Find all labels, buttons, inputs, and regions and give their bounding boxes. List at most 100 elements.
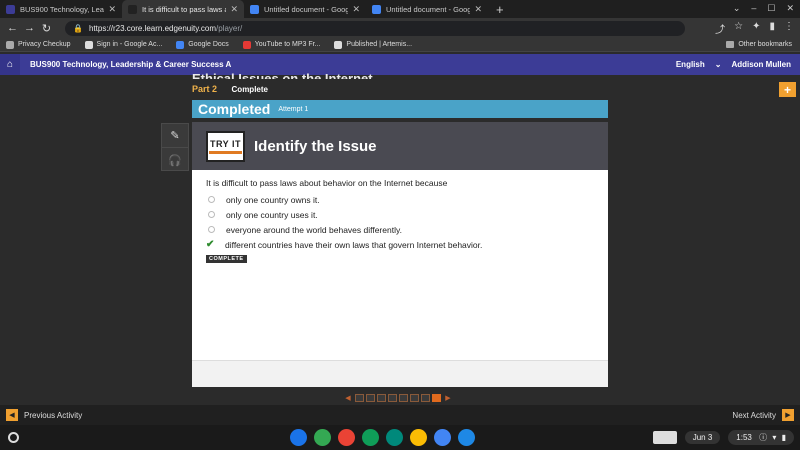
answer-option[interactable]: only one country owns it. [206, 192, 482, 207]
shelf-app-icon[interactable] [290, 429, 307, 446]
new-tab-button[interactable]: + [488, 0, 512, 18]
next-activity-button[interactable]: Next Activity ▶ [732, 409, 794, 421]
star-icon[interactable]: ☆ [734, 21, 743, 36]
share-icon[interactable]: ⤴ [715, 21, 725, 36]
badge-stripe [209, 150, 242, 154]
bookmark-item[interactable]: Privacy Checkup [6, 40, 71, 49]
answer-option[interactable]: only one country uses it. [206, 207, 482, 222]
activity-nav: ◀ Previous Activity Next Activity ▶ [0, 405, 800, 425]
minimize-icon[interactable]: – [751, 3, 756, 14]
bookmark-item[interactable]: Published | Artemis... [334, 40, 412, 49]
pager-step[interactable] [421, 394, 430, 402]
language-select[interactable]: English [676, 60, 705, 69]
shelf-app-icon[interactable] [338, 429, 355, 446]
bookmark-item[interactable]: Sign in - Google Ac... [84, 40, 162, 49]
status-area: Jun 3 1:53 ⓘ ▾ ▮ [652, 430, 794, 445]
shelf-app-icon[interactable] [362, 429, 379, 446]
reload-icon[interactable]: ↻ [38, 22, 55, 35]
part-line: Part 2 Complete [192, 84, 268, 94]
favicon-icon [372, 4, 381, 14]
pager-step[interactable] [355, 394, 364, 402]
shelf-apps [290, 429, 475, 446]
option-text: everyone around the world behaves differ… [226, 224, 402, 235]
shelf-app-icon[interactable] [458, 429, 475, 446]
pager-next-icon[interactable]: ▶ [443, 394, 453, 402]
pager-step[interactable] [377, 394, 386, 402]
pager-step[interactable] [410, 394, 419, 402]
folder-icon [726, 41, 735, 48]
browser-tab[interactable]: BUS900 Technology, Leadership ✕ [0, 0, 122, 18]
favicon-icon [250, 4, 259, 14]
screenshot-thumbnail[interactable] [652, 431, 677, 444]
plus-icon[interactable]: + [779, 82, 796, 97]
tool-panel: ✎ 🎧 [161, 123, 189, 171]
maximize-icon[interactable]: ☐ [767, 3, 775, 14]
pager-step[interactable] [388, 394, 397, 402]
pager-step[interactable] [366, 394, 375, 402]
radio-button[interactable] [208, 196, 215, 203]
pencil-icon[interactable]: ✎ [162, 124, 188, 148]
lesson-heading: Ethical Issues on the Internet [192, 71, 373, 79]
user-name[interactable]: Addison Mullen [731, 60, 791, 69]
bookmark-label: Privacy Checkup [18, 41, 71, 48]
next-activity-label: Next Activity [732, 410, 776, 420]
pager-prev-icon[interactable]: ◀ [343, 394, 353, 402]
favicon-icon [128, 4, 137, 14]
chevron-down-icon[interactable]: ⌄ [733, 3, 741, 14]
headphones-icon[interactable]: 🎧 [162, 148, 188, 172]
menu-icon[interactable]: ⋮ [784, 21, 794, 36]
side-panel-icon[interactable]: ▮ [769, 21, 775, 36]
address-bar[interactable]: 🔒 https://r23.core.learn.edgenuity.com/p… [65, 20, 685, 36]
option-text: only one country owns it. [226, 194, 320, 205]
launcher-icon[interactable] [8, 432, 19, 443]
question-text: It is difficult to pass laws about behav… [206, 178, 448, 188]
tab-title: Untitled document - Google Docs [264, 4, 349, 14]
shelf-app-icon[interactable] [410, 429, 427, 446]
time-pill[interactable]: 1:53 ⓘ ▾ ▮ [728, 430, 794, 445]
activity-footer [192, 360, 608, 387]
other-bookmarks[interactable]: Other bookmarks [726, 41, 792, 48]
answer-option[interactable]: ✔ different countries have their own laws… [206, 237, 482, 252]
shelf-app-icon[interactable] [386, 429, 403, 446]
tab-list: BUS900 Technology, Leadership✕It is diff… [0, 0, 488, 18]
activity-card: TRY IT Identify the Issue It is difficul… [192, 122, 608, 387]
header-right: English ⌄ Addison Mullen [676, 54, 791, 75]
bookmark-label: Google Docs [188, 41, 229, 48]
activity-pager: ◀ ▶ [343, 394, 453, 402]
lock-icon: 🔒 [73, 23, 83, 33]
close-icon[interactable]: ✕ [786, 3, 794, 14]
bookmark-item[interactable]: Google Docs [176, 40, 229, 49]
home-icon[interactable]: ⌂ [0, 54, 20, 75]
attempt-label: Attempt 1 [278, 105, 309, 113]
forward-icon[interactable]: → [21, 22, 38, 34]
bookmark-icon [6, 40, 14, 49]
extensions-icon[interactable]: ✦ [752, 21, 760, 36]
bookmark-list: Privacy Checkup Sign in - Google Ac... Goo… [6, 40, 426, 49]
pager-step[interactable] [432, 394, 441, 402]
bookmarks-bar: Privacy Checkup Sign in - Google Ac... Goo… [0, 38, 800, 52]
date-pill[interactable]: Jun 3 [684, 431, 721, 444]
close-tab-icon[interactable]: ✕ [230, 4, 238, 15]
part-label: Part 2 [192, 84, 218, 94]
radio-button[interactable] [208, 211, 215, 218]
shelf-app-icon[interactable] [434, 429, 451, 446]
previous-activity-button[interactable]: ◀ Previous Activity [6, 409, 82, 421]
bookmark-item[interactable]: YouTube to MP3 Fr... [242, 40, 320, 49]
pager-step[interactable] [399, 394, 408, 402]
answer-option[interactable]: everyone around the world behaves differ… [206, 222, 482, 237]
previous-activity-label: Previous Activity [24, 410, 83, 420]
battery-icon: ▮ [781, 433, 786, 442]
browser-tab[interactable]: Untitled document - Google Docs✕ [244, 0, 366, 18]
close-tab-icon[interactable]: ✕ [474, 4, 482, 15]
close-tab-icon[interactable]: ✕ [108, 4, 116, 15]
radio-button[interactable] [208, 226, 215, 233]
close-tab-icon[interactable]: ✕ [352, 4, 360, 15]
bookmark-icon [242, 40, 251, 49]
shelf-app-icon[interactable] [314, 429, 331, 446]
chevron-down-icon[interactable]: ⌄ [715, 60, 722, 69]
part-status: Complete [231, 85, 268, 94]
browser-tab[interactable]: It is difficult to pass laws about ✕ [122, 0, 244, 18]
checkmark-icon: ✔ [206, 239, 215, 250]
browser-tab[interactable]: Untitled document - Google Docs✕ [366, 0, 488, 18]
back-icon[interactable]: ← [4, 22, 21, 34]
